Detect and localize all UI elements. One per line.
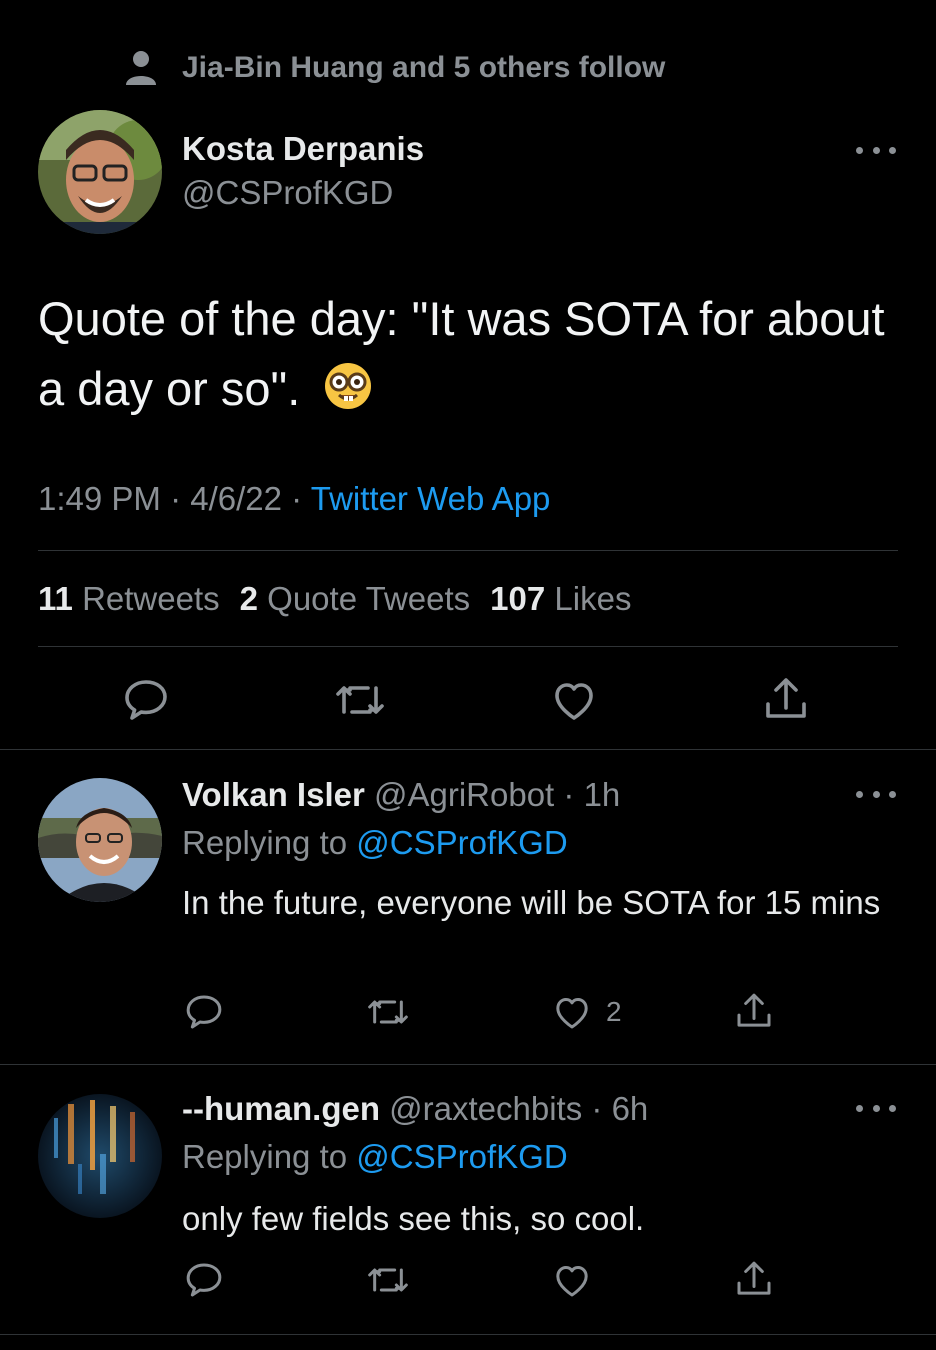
share-button[interactable] [734, 1258, 774, 1300]
like-button[interactable]: 2 [552, 992, 622, 1032]
divider [0, 1334, 936, 1335]
retweet-icon [368, 1000, 408, 1024]
tweet-stats: 11 Retweets 2 Quote Tweets 107 Likes [38, 580, 631, 618]
divider [0, 1064, 936, 1065]
more-icon[interactable] [856, 1098, 896, 1118]
reply-header: --human.gen @raxtechbits · 6h [182, 1090, 649, 1127]
social-context-text: Jia-Bin Huang and 5 others follow [182, 51, 666, 84]
reply-avatar[interactable] [38, 778, 162, 902]
divider [38, 646, 898, 647]
person-icon [126, 51, 156, 85]
reply-author-name[interactable]: --human.gen [182, 1090, 380, 1127]
tweet-meta: 1:49 PM · 4/6/22 · Twitter Web App [38, 480, 551, 517]
replying-to-handle[interactable]: @CSProfKGD [356, 1138, 567, 1175]
replying-to-handle[interactable]: @CSProfKGD [356, 824, 567, 861]
retweet-button[interactable] [334, 676, 386, 724]
divider [0, 749, 936, 750]
author-name[interactable]: Kosta Derpanis [182, 130, 424, 168]
share-icon [737, 1261, 771, 1295]
reply-author-name[interactable]: Volkan Isler [182, 776, 365, 813]
replying-to: Replying to @CSProfKGD [182, 1138, 568, 1175]
social-context[interactable]: Jia-Bin Huang and 5 others follow [124, 48, 665, 88]
reply-time[interactable]: 1h [584, 776, 621, 813]
reply-avatar[interactable] [38, 1094, 162, 1218]
nerd-face-emoji [323, 360, 373, 430]
reply-button[interactable] [122, 676, 170, 724]
reply-header: Volkan Isler @AgriRobot · 1h [182, 776, 621, 813]
share-button[interactable] [762, 674, 810, 724]
tweet-source[interactable]: Twitter Web App [311, 480, 551, 517]
retweet-icon [368, 1268, 408, 1292]
more-icon[interactable] [856, 140, 896, 160]
reply-text: In the future, everyone will be SOTA for… [182, 884, 881, 921]
author-handle[interactable]: @CSProfKGD [182, 174, 393, 212]
tweet-text: Quote of the day: "It was SOTA for about… [38, 284, 898, 430]
more-icon[interactable] [856, 784, 896, 804]
retweet-button[interactable] [366, 992, 410, 1032]
reply-button[interactable] [184, 1260, 224, 1300]
quote-tweets-stat[interactable]: 2 Quote Tweets [240, 580, 471, 618]
retweet-button[interactable] [366, 1260, 410, 1300]
retweet-icon [336, 686, 384, 714]
reply-button[interactable] [184, 992, 224, 1032]
share-icon [766, 678, 806, 718]
like-count: 2 [606, 996, 622, 1027]
reply-author-handle[interactable]: @raxtechbits [389, 1090, 582, 1127]
reply-icon [186, 995, 222, 1029]
reply-icon [186, 1263, 222, 1297]
reply-text: only few fields see this, so cool. [182, 1200, 645, 1237]
heart-icon [555, 683, 593, 720]
reply-icon [125, 680, 167, 720]
like-button[interactable] [550, 676, 598, 724]
divider [38, 550, 898, 551]
tweet-date[interactable]: 4/6/22 [190, 480, 282, 517]
reply-author-handle[interactable]: @AgriRobot [374, 776, 554, 813]
likes-stat[interactable]: 107 Likes [490, 580, 631, 618]
heart-icon [556, 1266, 588, 1297]
author-avatar[interactable] [38, 110, 162, 234]
heart-icon [556, 998, 588, 1029]
retweets-stat[interactable]: 11 Retweets [38, 580, 220, 618]
tweet-time[interactable]: 1:49 PM [38, 480, 161, 517]
tweet-text-content: Quote of the day: "It was SOTA for about… [38, 292, 885, 415]
like-button[interactable] [552, 1260, 606, 1300]
share-button[interactable] [734, 990, 774, 1032]
share-icon [737, 993, 771, 1027]
reply-time[interactable]: 6h [612, 1090, 649, 1127]
replying-to: Replying to @CSProfKGD [182, 824, 568, 861]
